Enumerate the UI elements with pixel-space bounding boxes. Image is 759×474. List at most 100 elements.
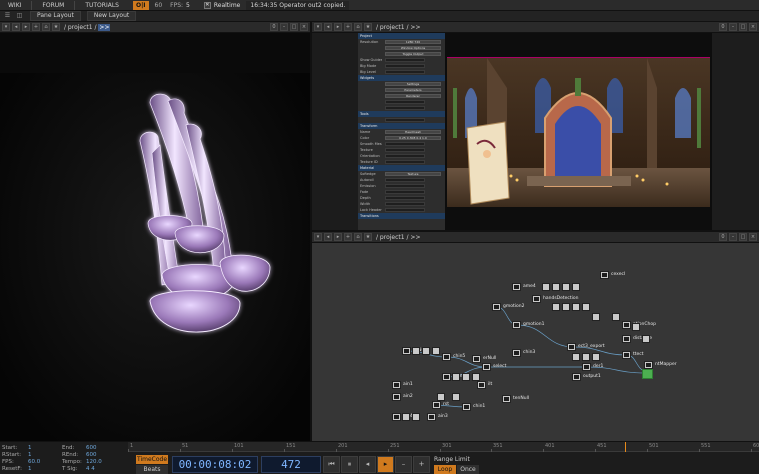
network-node[interactable] [472, 373, 480, 381]
network-node[interactable] [472, 355, 481, 363]
network-node[interactable] [502, 395, 511, 403]
network-node[interactable] [392, 381, 401, 389]
parameter-value[interactable] [385, 196, 425, 200]
parameter-value[interactable]: Texture [385, 172, 441, 176]
network-node[interactable] [402, 413, 410, 421]
network-node[interactable] [644, 361, 653, 369]
timeline-setting-value[interactable]: 120.0 [86, 459, 106, 466]
menu-item-tutorials[interactable]: TUTORIALS [77, 0, 127, 11]
add-button[interactable]: + [413, 456, 430, 473]
parameter-value[interactable]: Window Options [385, 46, 441, 50]
pane-add-icon[interactable]: + [344, 233, 352, 241]
frame-display[interactable]: 472 [261, 456, 321, 473]
tab-pane-layout[interactable]: Pane Layout [30, 11, 81, 21]
pane-path[interactable]: / project1 / >> [376, 24, 420, 31]
network-node[interactable] [492, 303, 501, 311]
network-node[interactable] [452, 393, 460, 401]
pane-home-icon[interactable]: ⌂ [354, 23, 362, 31]
network-node[interactable] [402, 347, 411, 355]
play-button[interactable]: ▸ [377, 456, 394, 473]
pane-close-icon[interactable]: × [749, 23, 757, 31]
parameter-value[interactable] [385, 70, 425, 74]
layout-split-icon[interactable]: ◫ [15, 12, 24, 20]
network-node[interactable] [462, 403, 471, 411]
pane-maximize-icon[interactable]: □ [290, 23, 298, 31]
pane-minimize-icon[interactable]: – [729, 23, 737, 31]
geometry-viewer[interactable] [0, 33, 310, 441]
parameter-value[interactable] [385, 154, 425, 158]
parameter-value[interactable] [385, 148, 425, 152]
go-to-start-button[interactable]: ⏮ [323, 456, 340, 473]
network-node[interactable] [412, 347, 420, 355]
network-node[interactable] [572, 283, 580, 291]
parameter-value[interactable] [385, 118, 425, 122]
layout-menu-icon[interactable]: ☰ [3, 12, 12, 20]
parameter-value[interactable] [385, 190, 425, 194]
network-node[interactable] [432, 347, 440, 355]
network-node[interactable] [612, 313, 620, 321]
network-node[interactable] [437, 393, 445, 401]
network-node[interactable] [592, 353, 600, 361]
pane-close-icon[interactable]: × [749, 233, 757, 241]
pane-forward-icon[interactable]: ▸ [334, 23, 342, 31]
step-back-button[interactable]: ◂ [359, 456, 376, 473]
timeline-setting-value[interactable]: 600 [86, 445, 106, 452]
timeline-setting-value[interactable]: 1 [28, 452, 62, 459]
network-node[interactable] [572, 303, 580, 311]
parameter-value[interactable]: Headmesh [385, 130, 441, 134]
network-node[interactable] [442, 353, 451, 361]
pane-minimize-icon[interactable]: – [280, 23, 288, 31]
network-node[interactable] [572, 353, 580, 361]
pane-bookmark-icon[interactable]: ★ [364, 23, 372, 31]
timecode-toggle[interactable]: TimeCode [136, 455, 168, 464]
parameter-value[interactable]: 0.25 0.308 0.4 1.0 [385, 136, 441, 140]
pane-home-icon[interactable]: ⌂ [354, 233, 362, 241]
timeline-setting-value[interactable]: 1 [28, 445, 62, 452]
pane-close-icon[interactable]: × [300, 23, 308, 31]
parameter-value[interactable]: 1280 720 [385, 40, 441, 44]
parameter-value[interactable] [385, 142, 425, 146]
parameter-value[interactable]: Parameters [385, 88, 441, 92]
menu-item-wiki[interactable]: WIKI [0, 0, 29, 11]
parameter-value[interactable]: Renderer [385, 94, 441, 98]
timeline-setting-value[interactable]: 4 4 [86, 466, 106, 473]
network-node[interactable] [622, 335, 631, 343]
parameter-value[interactable] [385, 208, 425, 212]
parameter-value[interactable] [385, 64, 425, 68]
pane-add-icon[interactable]: + [344, 23, 352, 31]
beats-toggle[interactable]: Beats [136, 465, 168, 474]
pause-button[interactable]: ⏸ [341, 456, 358, 473]
parameter-section-header[interactable]: Transitions [358, 213, 445, 219]
timeline-ruler[interactable]: 151101151201251301351401451501551600 [128, 442, 759, 452]
pane-forward-icon[interactable]: ▸ [22, 23, 30, 31]
parameter-value[interactable] [385, 106, 425, 110]
network-node[interactable] [562, 283, 570, 291]
output-viewer[interactable] [445, 33, 712, 230]
network-node[interactable] [582, 363, 591, 371]
timecode-display[interactable]: 00:00:08:02 [172, 456, 258, 473]
timeline-playhead[interactable] [625, 442, 626, 452]
perf-monitor-button[interactable]: O|I [132, 0, 149, 10]
network-node[interactable] [582, 353, 590, 361]
tab-new-layout[interactable]: New Layout [86, 11, 137, 21]
loop-button[interactable]: Loop [434, 465, 456, 474]
timeline-setting-value[interactable]: 1 [28, 466, 62, 473]
network-node[interactable] [572, 373, 581, 381]
pane-minimize-icon[interactable]: – [729, 233, 737, 241]
timeline-setting-value[interactable]: 600 [86, 452, 106, 459]
network-node[interactable] [462, 373, 470, 381]
network-node[interactable] [512, 349, 521, 357]
pane-forward-icon[interactable]: ▸ [334, 233, 342, 241]
pane-path[interactable]: / project1 / >> [64, 23, 111, 31]
once-button[interactable]: Once [457, 465, 479, 474]
realtime-checkbox[interactable]: ✕ [203, 1, 211, 9]
pane-maximize-icon[interactable]: □ [739, 23, 747, 31]
network-node[interactable] [642, 335, 650, 343]
network-node[interactable] [622, 321, 631, 329]
network-node[interactable] [582, 303, 590, 311]
selected-network-node[interactable] [642, 369, 653, 379]
network-node[interactable] [592, 313, 600, 321]
network-node[interactable] [412, 413, 420, 421]
parameter-value[interactable] [385, 100, 425, 104]
parameter-value[interactable] [385, 202, 425, 206]
